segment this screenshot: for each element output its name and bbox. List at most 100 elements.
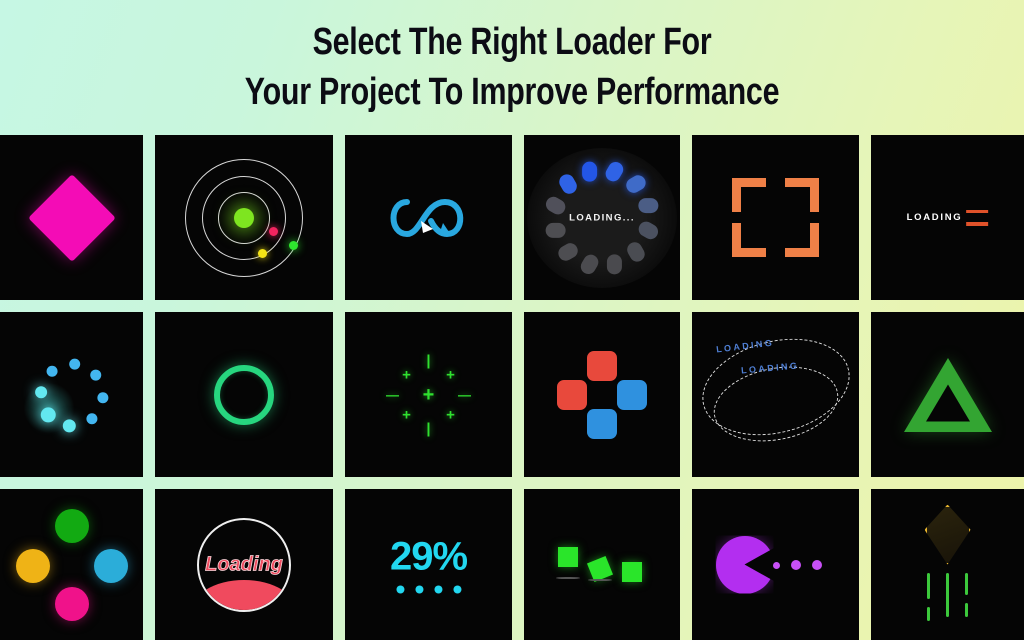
green-ring-icon (214, 364, 274, 425)
dot-yellow-icon (15, 548, 50, 583)
cyan-dot (85, 412, 97, 424)
plus-mark-icon: + (446, 366, 455, 383)
kite-group (913, 503, 983, 627)
triangle-group (903, 357, 992, 432)
loading-text-label: LOADING (906, 212, 963, 223)
cyan-dot (34, 385, 47, 398)
bracket-bottom-right-icon (784, 223, 819, 258)
cyan-dot (40, 406, 56, 422)
page-title-text: Select The Right Loader For Your Project… (244, 21, 780, 113)
trail-left-icon (926, 572, 930, 599)
page-title: Select The Right Loader For Your Project… (244, 18, 780, 117)
loader-cell-percentage[interactable]: 29% (345, 489, 512, 640)
loader-cell-liquid-fill-circle[interactable]: Loading (155, 489, 333, 640)
square-top-red-icon (587, 350, 617, 381)
loader-cell-green-ring[interactable] (155, 312, 333, 477)
square-left-red-icon (557, 379, 587, 410)
loading-bars-group: LOADING (906, 209, 989, 226)
bracket-bottom-left-icon (732, 223, 767, 258)
loader-cell-green-plus-cluster[interactable]: + + + + + | | — — (345, 312, 512, 477)
cyan-dot (46, 365, 58, 377)
loader-cell-green-triangle[interactable] (871, 312, 1024, 477)
spinner-dot (555, 239, 581, 263)
page-header: Select The Right Loader For Your Project… (0, 0, 1024, 135)
spinner-dot (624, 239, 648, 264)
plus-mark-icon: — (386, 387, 399, 402)
loader-cell-dot-circle-spinner[interactable]: LOADING... (524, 135, 680, 300)
plus-mark-icon: — (458, 387, 471, 402)
dot-cyan-icon (93, 548, 128, 583)
trail-left-lower-icon (926, 606, 930, 621)
loader-cell-four-colored-dots[interactable] (0, 489, 143, 640)
liquid-fill (199, 579, 289, 610)
pacman-dot-3-icon (811, 559, 822, 570)
spinner-dot (545, 222, 566, 238)
square-cluster-group (556, 349, 648, 441)
plus-mark-icon: | (426, 420, 431, 437)
plus-cluster-group: + + + + + | | — — (385, 351, 473, 439)
spinner-dot (606, 253, 622, 274)
loader-cell-pacman[interactable] (692, 489, 859, 640)
loader-cell-infinity[interactable] (345, 135, 512, 300)
square-bottom-blue-icon (587, 408, 617, 439)
spinner-dot (556, 171, 580, 196)
bracket-top-right-icon (784, 177, 819, 212)
pacman-dot-2-icon (790, 559, 801, 570)
pacman-icon (715, 535, 774, 594)
plus-mark-icon: + (422, 383, 435, 406)
percent-dots-icon (390, 585, 467, 593)
square-left-shadow (556, 576, 580, 579)
loader-cell-dashed-orbit-loading[interactable]: LOADING LOADING (692, 312, 859, 477)
square-middle-shadow (588, 578, 612, 581)
trail-right-icon (964, 572, 968, 595)
percent-group: 29% (389, 534, 468, 593)
cyan-dot (68, 358, 80, 370)
cyan-dot (96, 391, 108, 403)
diamond-icon (27, 173, 116, 262)
percent-value: 29% (389, 534, 468, 578)
loader-cell-magenta-diamond[interactable] (0, 135, 143, 300)
square-right-blue-icon (617, 379, 647, 410)
plus-mark-icon: | (426, 352, 431, 369)
spinner-dot (635, 218, 661, 242)
four-dots-group (15, 508, 128, 621)
spinner-dot (578, 251, 602, 277)
orbit-center-icon (234, 207, 254, 228)
trail-center-icon (945, 572, 949, 617)
plus-mark-icon: + (402, 366, 411, 383)
plus-mark-icon: + (446, 406, 455, 423)
loader-cell-loading-text-bars[interactable]: LOADING (871, 135, 1024, 300)
loader-cell-square-cluster[interactable] (524, 312, 680, 477)
spinner-label: LOADING... (569, 212, 635, 223)
loader-cell-gold-kite-trail[interactable] (871, 489, 1024, 640)
trail-right-lower-icon (964, 602, 968, 617)
cyan-dot (89, 369, 101, 381)
loader-cell-orbit-rings[interactable] (155, 135, 333, 300)
spinner-dot (638, 197, 659, 213)
cyan-dot (62, 418, 76, 432)
spinner-dot (582, 161, 598, 182)
bracket-top-left-icon (732, 177, 767, 212)
liquid-loading-label: Loading (205, 553, 284, 576)
loading-bars-icon (966, 209, 989, 226)
orbit-group (185, 158, 303, 277)
spinner-dot (543, 193, 569, 217)
loader-cell-bouncing-squares[interactable] (524, 489, 680, 640)
spinner-dot (602, 158, 626, 184)
dashed-orbit-group: LOADING LOADING (692, 324, 859, 455)
triangle-hole (925, 384, 970, 422)
pacman-group (715, 535, 836, 594)
infinity-icon (390, 198, 463, 237)
orbit-dot-yellow-icon (258, 249, 268, 259)
spinner-dot (623, 172, 649, 196)
square-right-icon (622, 561, 642, 582)
loader-showcase-page: Select The Right Loader For Your Project… (0, 0, 1024, 640)
kite-icon (924, 504, 971, 565)
dot-green-icon (54, 508, 89, 543)
orbit-dot-green-icon (288, 241, 298, 251)
loader-cell-corner-brackets[interactable] (692, 135, 859, 300)
dot-magenta-icon (54, 586, 89, 621)
square-left-icon (558, 546, 578, 567)
loader-cell-cyan-dot-ring[interactable] (0, 312, 143, 477)
cyan-dots-group (34, 358, 109, 432)
